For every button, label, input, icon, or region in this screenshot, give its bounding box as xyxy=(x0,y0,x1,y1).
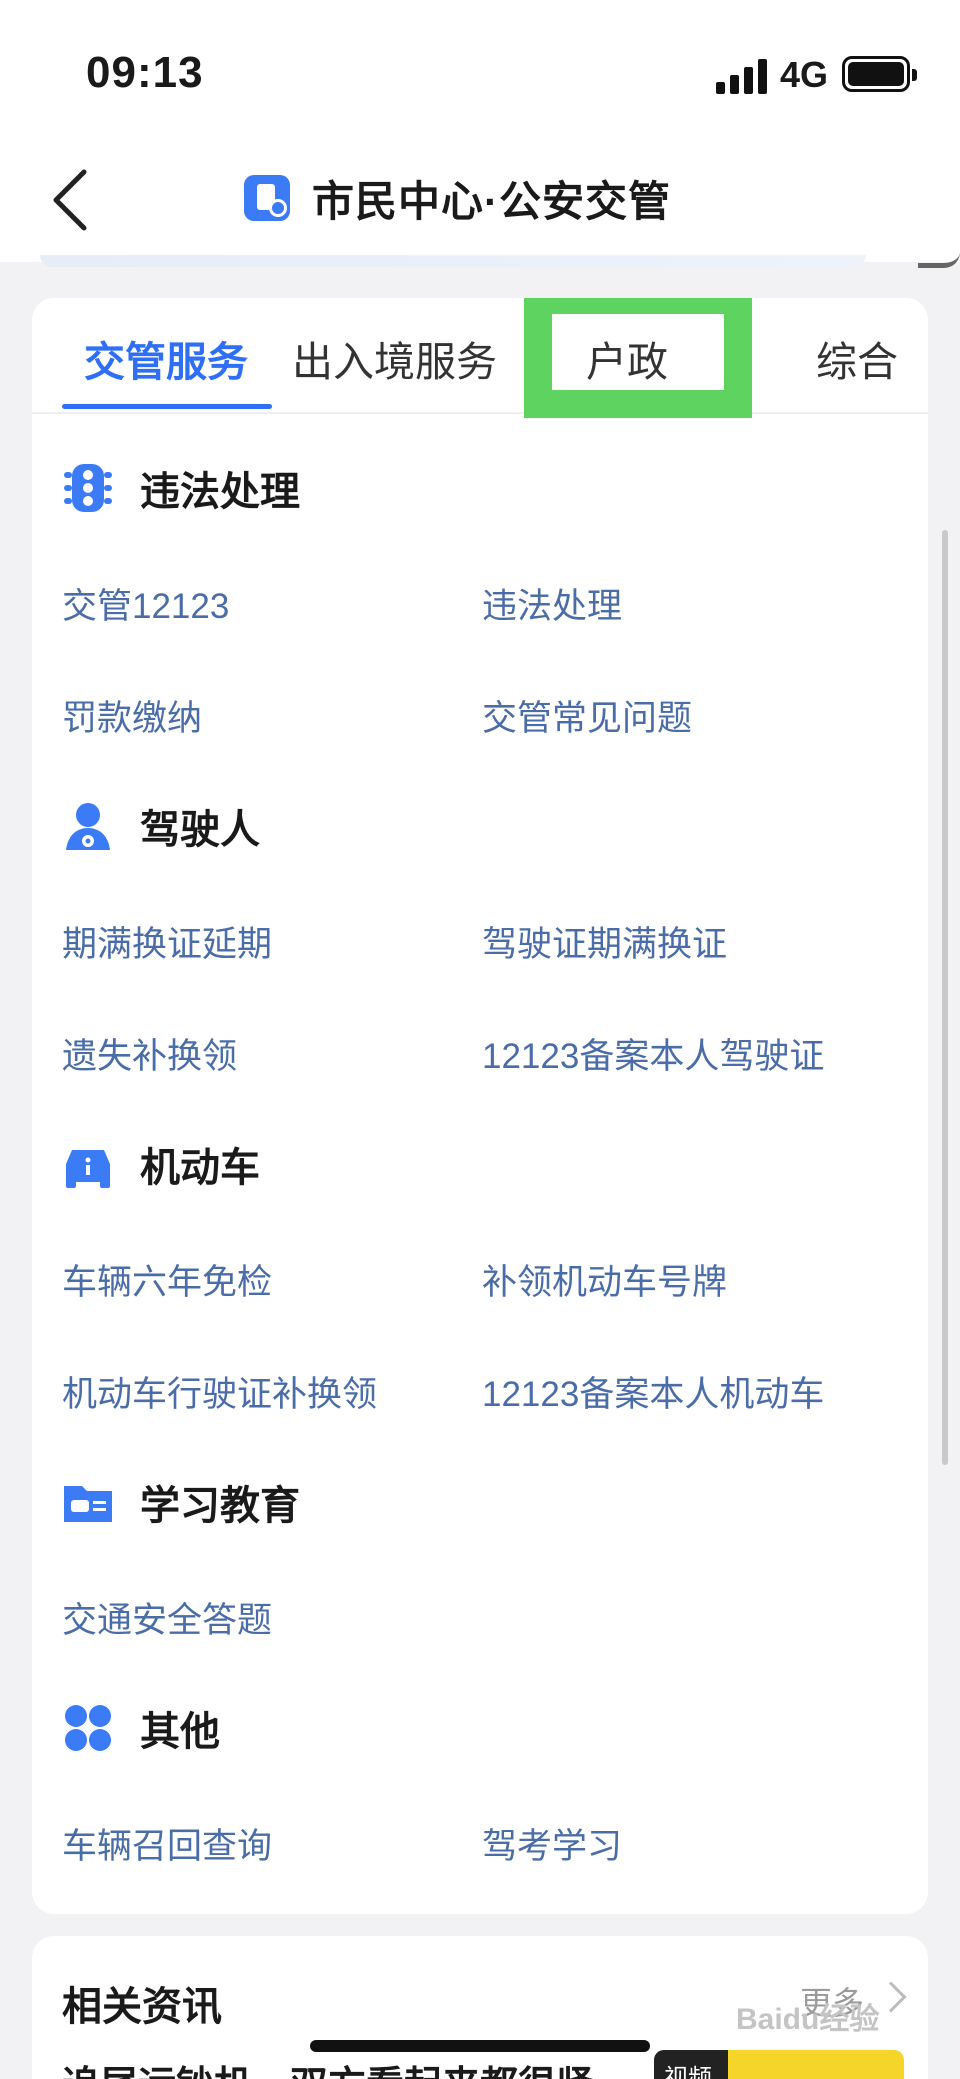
section-title: 驾驶人 xyxy=(140,808,260,852)
active-tab-indicator xyxy=(62,404,272,409)
home-indicator xyxy=(310,2040,650,2052)
link-recall-query[interactable]: 车辆召回查询 xyxy=(62,1818,272,1869)
section-title: 机动车 xyxy=(140,1146,260,1190)
video-thumbnail[interactable]: 视频 xyxy=(654,2050,904,2079)
section-title: 其他 xyxy=(140,1710,220,1754)
link-registration-replacement[interactable]: 机动车行驶证补换领 xyxy=(62,1366,377,1417)
page-title: 市民中心·公安交管 xyxy=(312,177,671,225)
watermark-logo: Baidu经验 xyxy=(736,2003,880,2036)
citizen-center-icon xyxy=(244,175,290,221)
link-safety-quiz[interactable]: 交通安全答题 xyxy=(62,1592,272,1643)
section-header: 机动车 xyxy=(62,1134,260,1194)
status-time: 09:13 xyxy=(86,48,204,97)
signal-icon xyxy=(716,58,770,94)
section-header: 驾驶人 xyxy=(62,796,260,856)
battery-icon xyxy=(842,56,917,92)
vertical-scrollbar[interactable] xyxy=(942,530,948,1465)
link-lost-replacement[interactable]: 遗失补换领 xyxy=(62,1028,237,1079)
video-tag: 视频 xyxy=(654,2050,728,2079)
news-section-title: 相关资讯 xyxy=(62,1985,222,2029)
link-six-year-exemption[interactable]: 车辆六年免检 xyxy=(62,1254,272,1305)
grid-icon xyxy=(65,1705,111,1751)
tab-exit-entry[interactable]: 出入境服务 xyxy=(292,328,497,388)
chevron-left-icon xyxy=(53,169,87,231)
link-license-renewal[interactable]: 驾驶证期满换证 xyxy=(482,916,727,967)
tab-traffic-services[interactable]: 交管服务 xyxy=(84,328,248,388)
nav-title-group: 市民中心·公安交管 xyxy=(244,168,671,228)
link-jiaoguan-12123[interactable]: 交管12123 xyxy=(62,578,229,629)
link-violation-handling[interactable]: 违法处理 xyxy=(482,578,622,629)
section-header: 违法处理 xyxy=(62,458,300,518)
scroll-indicator xyxy=(918,240,960,268)
tab-bar: 交管服务 出入境服务 户政 综合 xyxy=(32,298,928,414)
network-label: 4G xyxy=(780,54,829,95)
services-card: 交管服务 出入境服务 户政 综合 违法处理 交管12123 违法处理 罚款缴纳 … xyxy=(32,298,928,1914)
section-header: 其他 xyxy=(62,1698,220,1758)
status-bar: 09:13 4G xyxy=(0,0,960,140)
folder-car-icon xyxy=(64,1486,112,1522)
chevron-right-icon xyxy=(875,1981,907,2013)
section-header: 学习教育 xyxy=(62,1472,300,1532)
banner-edge xyxy=(40,255,866,267)
nav-bar: 市民中心·公安交管 xyxy=(0,140,960,262)
highlight-box xyxy=(524,298,752,418)
section-title: 学习教育 xyxy=(140,1484,300,1528)
back-button[interactable] xyxy=(44,164,104,236)
car-icon xyxy=(66,1150,110,1188)
link-faq[interactable]: 交管常见问题 xyxy=(482,690,692,741)
tab-general[interactable]: 综合 xyxy=(816,328,898,388)
link-register-vehicle[interactable]: 12123备案本人机动车 xyxy=(482,1366,824,1417)
link-fine-payment[interactable]: 罚款缴纳 xyxy=(62,690,202,741)
traffic-light-icon xyxy=(64,464,112,512)
link-register-license[interactable]: 12123备案本人驾驶证 xyxy=(482,1028,824,1079)
link-driving-test-study[interactable]: 驾考学习 xyxy=(482,1818,622,1869)
section-title: 违法处理 xyxy=(140,470,300,514)
driver-icon xyxy=(66,803,110,850)
link-replace-plate[interactable]: 补领机动车号牌 xyxy=(482,1254,727,1305)
news-headline[interactable]: 追尾运钞机，双方看起来都很紧 xyxy=(62,2054,594,2079)
link-renewal-extension[interactable]: 期满换证延期 xyxy=(62,916,272,967)
